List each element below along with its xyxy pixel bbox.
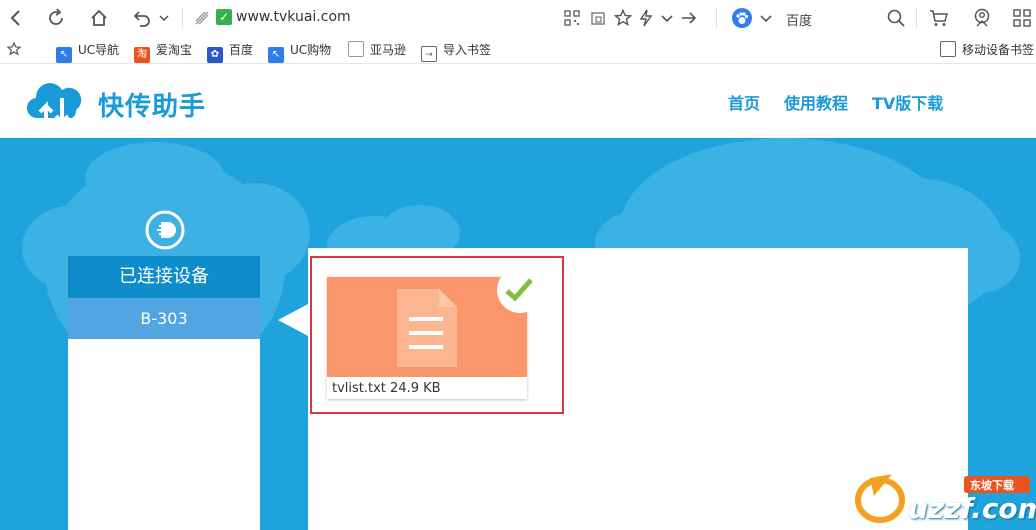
- file-label: tvlist.txt 24.9 KB: [332, 381, 441, 396]
- search-input[interactable]: 百度: [786, 10, 812, 29]
- uc-nav-icon: ↖: [56, 47, 72, 63]
- address-bar[interactable]: www.tvkuai.com: [236, 9, 351, 25]
- back-icon[interactable]: [6, 8, 26, 28]
- taobao-icon: 淘: [134, 47, 150, 63]
- baidu-paw-icon: ✿: [207, 47, 223, 63]
- bookmark-uc-shopping[interactable]: ↖ UC购物: [268, 41, 331, 63]
- separator: [182, 8, 183, 28]
- main-area: 已连接设备 B-303 tvlist.txt 24.9 KB 东坡下载 uzzf…: [0, 138, 1036, 530]
- watermark-tag: 东坡下载: [970, 479, 1014, 492]
- bookmark-import[interactable]: → 导入书签: [421, 41, 491, 62]
- bookmarks-bar: ↖ UC导航 淘爱淘宝 ✿ 百度 ↖ UC购物 亚马逊 → 导入书签 移动设备书签: [0, 36, 1036, 64]
- go-arrow-icon[interactable]: [679, 8, 699, 28]
- undo-icon[interactable]: [132, 8, 152, 28]
- selected-check-icon[interactable]: [497, 267, 543, 313]
- browser-toolbar: ✓ www.tvkuai.com 百度: [0, 0, 1036, 36]
- nav-tv-download[interactable]: TV版下载: [872, 90, 943, 114]
- reader-mode-icon[interactable]: [588, 8, 608, 28]
- cart-icon[interactable]: [929, 8, 949, 28]
- bookmark-uc-nav[interactable]: ↖ UC导航: [56, 41, 119, 63]
- bookmark-ai-taobao[interactable]: 淘爱淘宝: [134, 41, 192, 63]
- panel-pointer: [278, 304, 308, 336]
- qr-code-icon[interactable]: [562, 8, 582, 28]
- file-size: 24.9 KB: [390, 381, 441, 396]
- plug-icon: [145, 210, 185, 250]
- separator: [916, 8, 917, 28]
- bookmark-amazon[interactable]: 亚马逊: [348, 41, 406, 59]
- cloud-logo-icon[interactable]: [26, 80, 84, 134]
- document-icon: [391, 285, 463, 371]
- separator: [716, 8, 717, 28]
- bookmark-baidu[interactable]: ✿ 百度: [207, 41, 253, 63]
- nav-home[interactable]: 首页: [728, 90, 760, 114]
- baidu-paw-icon[interactable]: [732, 8, 752, 28]
- import-icon: →: [421, 46, 437, 62]
- page-icon: [348, 41, 364, 57]
- chevron-down-icon[interactable]: [756, 8, 776, 28]
- watermark-logo: 东坡下载 uzzf.com: [852, 466, 1036, 528]
- refresh-icon[interactable]: [46, 8, 66, 28]
- site-header: 快传助手 首页 使用教程 TV版下载: [0, 64, 1036, 138]
- secure-check-icon: ✓: [216, 9, 232, 25]
- speed-icon: [194, 10, 210, 26]
- connected-devices-heading: 已连接设备: [68, 256, 260, 298]
- chevron-down-icon[interactable]: [657, 8, 677, 28]
- nav-tutorial[interactable]: 使用教程: [784, 90, 848, 114]
- lightning-icon[interactable]: [636, 8, 656, 28]
- watermark-brand: uzzf.com: [908, 492, 1036, 525]
- apps-grid-icon[interactable]: [1012, 8, 1032, 28]
- device-item[interactable]: B-303: [68, 298, 260, 339]
- file-name: tvlist.txt: [332, 381, 386, 396]
- chevron-down-icon[interactable]: [154, 8, 174, 28]
- file-card[interactable]: tvlist.txt 24.9 KB: [327, 267, 543, 399]
- bookmark-star-icon[interactable]: [6, 41, 22, 59]
- uc-shopping-icon: ↖: [268, 47, 284, 63]
- favorite-star-icon[interactable]: [613, 8, 633, 28]
- mobile-bookmark-icon: [940, 41, 956, 57]
- search-icon[interactable]: [886, 8, 906, 28]
- user-icon[interactable]: [972, 8, 992, 28]
- bookmark-mobile[interactable]: 移动设备书签: [940, 41, 1034, 59]
- site-title: 快传助手: [98, 92, 207, 122]
- home-icon[interactable]: [89, 8, 109, 28]
